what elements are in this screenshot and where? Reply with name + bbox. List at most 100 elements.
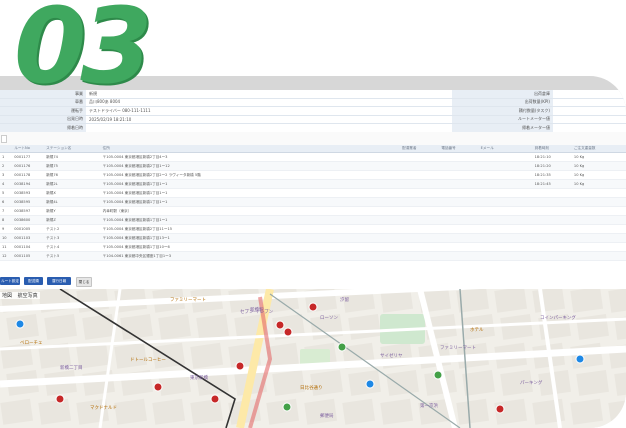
table-cell: [400, 251, 440, 261]
table-cell: [478, 188, 533, 198]
table-cell: [400, 179, 440, 189]
table-row[interactable]: 2 0001176 新規75 〒105-0004 東京都港区新橋2丁目1ー12 18:2…: [0, 161, 626, 171]
map-label: ホテル: [470, 327, 484, 333]
table-cell: 0001178: [12, 170, 45, 180]
table-cell: [478, 152, 533, 162]
table-cell: 5: [0, 188, 13, 198]
map-block: [342, 398, 376, 425]
table-cell: [478, 179, 533, 189]
table-row[interactable]: 7 0038597 新規Y 内幸町駅（東京）: [0, 206, 626, 216]
map-tab-photo[interactable]: 航空写真: [18, 293, 38, 299]
table-cell: 内幸町駅（東京）: [100, 206, 401, 216]
map-marker-icon: [153, 382, 163, 392]
step-number: 03: [14, 0, 153, 107]
map-label: 新橋二丁目: [60, 364, 83, 371]
table-cell: [571, 188, 626, 198]
table-cell: [400, 233, 440, 243]
column-header[interactable]: [0, 145, 13, 153]
table-row[interactable]: 8 0038600 新規Z 〒105-0004 東京都港区新橋1丁目1ー1: [0, 215, 626, 225]
map-marker-icon: [210, 394, 220, 404]
table-cell: [439, 206, 479, 216]
table-row[interactable]: 10 0001103 テスト3 〒105-0004 東京都港区新橋1丁目13ー1: [0, 233, 626, 243]
table-cell: [532, 215, 572, 225]
table-cell: [571, 197, 626, 207]
form-value[interactable]: テストドライバー 080-111-1111: [86, 106, 452, 116]
table-cell: [478, 215, 533, 225]
stations-table: ルートNo ステーション名 住所 配達業者 電話番号 Eメール 到着時刻 ご注文重量数 1 00…: [0, 145, 626, 261]
map-label: 日比谷通り: [300, 384, 323, 391]
form-right-label: 積付数量(タスク): [452, 106, 553, 116]
table-row[interactable]: 5 0038593 新規X 〒105-0004 東京都港区新橋1丁目1ー1: [0, 188, 626, 198]
table-row[interactable]: 9 0001005 テスト2 〒105-0004 東京都港区新橋2丁目11ー15: [0, 224, 626, 234]
map-block: [190, 398, 224, 425]
form-right-value[interactable]: [553, 90, 626, 99]
column-header[interactable]: 住所: [100, 145, 401, 153]
form-right-value[interactable]: [553, 123, 626, 133]
collapse-handle[interactable]: [1, 135, 7, 143]
close-button[interactable]: 閉じる: [76, 277, 92, 287]
table-cell: [478, 161, 533, 171]
map-type-toggle[interactable]: 地図 航空写真: [0, 292, 40, 299]
table-cell: [571, 215, 626, 225]
map-marker-icon: [282, 402, 292, 412]
form-value[interactable]: 2025/02/19 18:21:10: [86, 115, 452, 124]
table-cell: 〒105-0004 東京都港区新橋1丁目13ー1: [100, 233, 401, 243]
table-cell: [400, 188, 440, 198]
table-cell: 新規X: [44, 188, 101, 198]
table-cell: 7: [0, 206, 13, 216]
map-block: [570, 289, 604, 313]
map-marker-icon: [308, 302, 318, 312]
map-block: [272, 369, 305, 396]
table-cell: 〒105-0004 東京都港区新橋1丁目1ー1: [100, 215, 401, 225]
table-cell: 0038597: [12, 206, 45, 216]
table-cell: [439, 251, 479, 261]
table-cell: [532, 224, 572, 234]
column-header[interactable]: ルートNo: [12, 145, 45, 153]
table-cell: 新規2L: [44, 179, 101, 189]
daily-report-button[interactable]: 運行日報: [47, 277, 71, 285]
table-row[interactable]: 12 0001105 テスト5 〒104-0061 東京都中央区銀座1丁目1ー3: [0, 251, 626, 261]
table-row[interactable]: 1 0001177 新規74 〒105-0004 東京都港区新橋2丁目4ー3 18:21…: [0, 152, 626, 162]
column-header[interactable]: 配達業者: [400, 145, 440, 153]
map-block: [608, 289, 626, 313]
map-block: [114, 342, 148, 369]
table-cell: [571, 251, 626, 261]
map-label: ベローチェ: [20, 340, 43, 346]
form-right-value[interactable]: [553, 115, 626, 124]
route-settings-button[interactable]: ルート設定: [0, 277, 20, 285]
map-label: 新橋駅: [250, 306, 264, 313]
route-map[interactable]: ファミリーマート セブン-イレブン ローソン ベローチェ 新橋駅 汐留 ドトールコーヒー サイ…: [0, 289, 626, 428]
table-row[interactable]: 3 0001178 新規76 〒105-0004 東京都港区新橋2丁目2ー2 ラヴィー…: [0, 170, 626, 180]
column-header[interactable]: ご注文重量数: [571, 145, 626, 153]
table-row[interactable]: 6 0038595 新規4L 〒105-0004 東京都港区新橋1丁目1ー1: [0, 197, 626, 207]
table-cell: [571, 242, 626, 252]
table-cell: [400, 224, 440, 234]
table-cell: 12: [0, 251, 13, 261]
column-header[interactable]: ステーション名: [44, 145, 101, 153]
map-block: [576, 313, 609, 340]
form-right-value[interactable]: [553, 98, 626, 107]
form-right-value[interactable]: [553, 106, 626, 116]
delivery-order-button[interactable]: 配送順: [24, 277, 43, 285]
map-tab-map[interactable]: 地図: [2, 293, 12, 299]
table-cell: 0001176: [12, 161, 45, 171]
table-cell: 11: [0, 242, 13, 252]
table-row[interactable]: 11 0001104 テスト4 〒105-0004 東京都港区新橋1丁目10ー6: [0, 242, 626, 252]
map-block: [158, 313, 191, 340]
table-row[interactable]: 4 0038194 新規2L 〒105-0004 東京都港区新橋1丁目1ー1 18:21…: [0, 179, 626, 189]
table-cell: [532, 242, 572, 252]
app-window: 事業 新規 出荷倉庫 車番 品川800あ 8004 出荷数量(KPI) 運転手 テストドライバ…: [0, 90, 626, 428]
map-block: [500, 313, 533, 340]
table-cell: 10: [0, 233, 13, 243]
table-cell: 2: [0, 161, 13, 171]
table-cell: 10 Kg: [571, 170, 626, 180]
map-block: [456, 398, 490, 425]
column-header[interactable]: Eメール: [478, 145, 533, 153]
column-header[interactable]: 到着時刻: [532, 145, 572, 153]
table-cell: [439, 215, 479, 225]
table-cell: [439, 170, 479, 180]
table-cell: [439, 242, 479, 252]
map-marker-icon: [283, 327, 293, 337]
form-value[interactable]: [86, 123, 452, 133]
column-header[interactable]: 電話番号: [439, 145, 479, 153]
